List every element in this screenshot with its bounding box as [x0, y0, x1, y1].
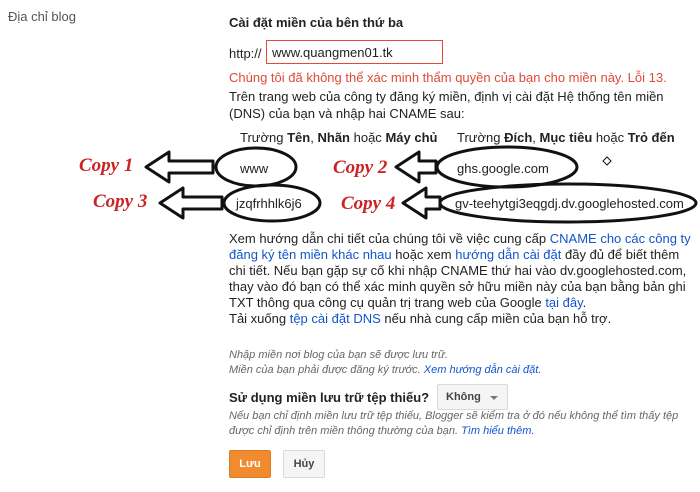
- column-header-name: Trường Tên, Nhãn hoặc Máy chủ: [240, 130, 438, 145]
- arrow-copy-2: [394, 150, 438, 184]
- setup-instructions-link[interactable]: Xem hướng dẫn cài đặt.: [424, 364, 542, 376]
- column-header-target: Trường Đích, Mục tiêu hoặc Trỏ đến: [457, 130, 675, 145]
- http-prefix-label: http://: [229, 46, 262, 61]
- cancel-button[interactable]: Hủy: [283, 450, 325, 478]
- dns-file-link[interactable]: tệp cài đặt DNS: [290, 311, 381, 326]
- arrow-copy-4: [401, 186, 442, 220]
- chevron-down-icon: [490, 396, 498, 400]
- dns-instructions: Trên trang web của công ty đăng ký miền,…: [229, 89, 664, 121]
- annotation-copy-1: Copy 1: [79, 155, 134, 176]
- setup-guide-link[interactable]: hướng dẫn cài đặt: [455, 247, 561, 262]
- cname-name-2: jzqfrhhlk6j6: [236, 196, 302, 211]
- arrow-copy-3: [158, 186, 224, 220]
- cname-name-1: www: [240, 161, 269, 176]
- annotation-copy-3: Copy 3: [93, 191, 148, 212]
- register-note: Miền của bạn phải được đăng ký trước. Xe…: [229, 364, 542, 376]
- learn-more-link[interactable]: Tìm hiểu thêm.: [461, 425, 534, 437]
- error-message: Chúng tôi đã không thể xác minh thẩm quy…: [229, 70, 667, 85]
- here-link[interactable]: tại đây: [545, 295, 582, 310]
- domain-input[interactable]: [266, 40, 443, 64]
- cname-target-1: ghs.google.com: [457, 161, 549, 176]
- arrow-copy-1: [144, 150, 215, 184]
- section-title: Cài đặt miền của bên thứ ba: [229, 15, 404, 30]
- naked-domain-select[interactable]: Không: [437, 384, 508, 410]
- domain-note: Nhập miền nơi blog của bạn sẽ được lưu t…: [229, 349, 448, 361]
- cursor-dot: [602, 156, 612, 166]
- annotation-copy-2: Copy 2: [333, 157, 388, 178]
- annotation-copy-4: Copy 4: [341, 193, 396, 214]
- save-button[interactable]: Lưu: [229, 450, 271, 478]
- cname-target-2: gv-teehytgi3eqgdj.dv.googlehosted.com: [455, 196, 684, 211]
- naked-domain-question: Sử dụng miền lưu trữ tệp thiếu?: [229, 390, 430, 405]
- help-paragraph: Xem hướng dẫn chi tiết của chúng tôi về …: [229, 231, 691, 326]
- naked-domain-note: Nếu bạn chỉ định miền lưu trữ tệp thiếu,…: [229, 410, 679, 437]
- blog-address-label: Địa chỉ blog: [8, 9, 76, 24]
